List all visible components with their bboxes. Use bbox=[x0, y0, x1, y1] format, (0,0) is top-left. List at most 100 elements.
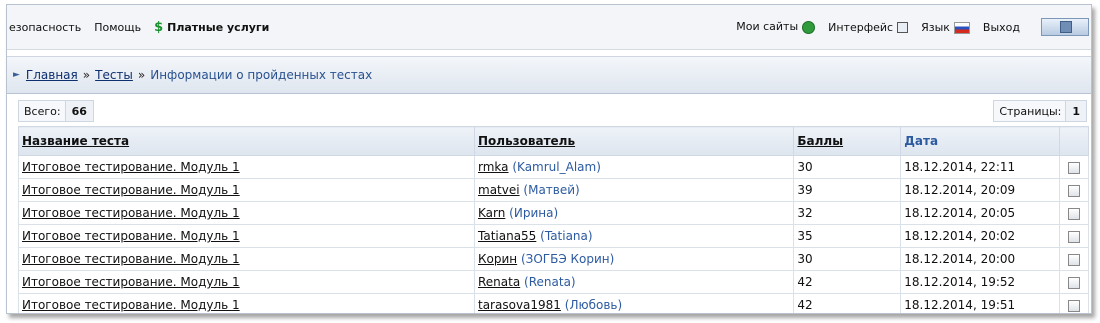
breadcrumb-home[interactable]: Главная bbox=[26, 68, 78, 82]
breadcrumb: ► Главная » Тесты » Информации о пройден… bbox=[7, 56, 1091, 94]
cell-date: 18.12.2014, 20:05 bbox=[900, 201, 1060, 225]
logout-link[interactable]: Выход bbox=[983, 21, 1020, 34]
cell-test: Итоговое тестирование. Модуль 1 bbox=[18, 247, 475, 271]
user-login-link[interactable]: Renata bbox=[478, 275, 520, 289]
column-user[interactable]: Пользователь bbox=[473, 126, 795, 156]
my-sites-label: Мои сайты bbox=[736, 20, 799, 34]
breadcrumb-tests[interactable]: Тесты bbox=[95, 68, 133, 82]
table-header-row: Название теста Пользователь Баллы Дата bbox=[18, 126, 1089, 156]
cell-select bbox=[1059, 155, 1089, 179]
test-link[interactable]: Итоговое тестирование. Модуль 1 bbox=[22, 275, 240, 289]
paid-services-link[interactable]: $ Платные услуги bbox=[154, 20, 269, 35]
row-checkbox[interactable] bbox=[1068, 253, 1080, 266]
cell-score: 42 bbox=[793, 293, 902, 313]
cell-select bbox=[1059, 178, 1089, 202]
language-label: Язык bbox=[921, 20, 950, 34]
breadcrumb-arrow-icon: ► bbox=[13, 70, 20, 80]
table-row: Итоговое тестирование. Модуль 1 Karn (Ири… bbox=[18, 201, 1089, 225]
user-name-text[interactable]: Матвей bbox=[528, 183, 575, 197]
cell-select bbox=[1059, 293, 1089, 313]
summary-bar: Всего: 66 Страницы: 1 bbox=[7, 94, 1091, 124]
results-table: Название теста Пользователь Баллы Дата И… bbox=[18, 126, 1089, 313]
user-login-link[interactable]: tarasova1981 bbox=[478, 298, 561, 312]
test-link[interactable]: Итоговое тестирование. Модуль 1 bbox=[22, 183, 240, 197]
globe-icon bbox=[802, 20, 816, 34]
checkbox-icon bbox=[897, 22, 909, 33]
row-checkbox[interactable] bbox=[1068, 299, 1080, 312]
breadcrumb-separator: » bbox=[82, 68, 91, 82]
user-name: (Ирина) bbox=[509, 206, 559, 220]
cell-score: 39 bbox=[793, 178, 902, 202]
cell-date: 18.12.2014, 20:00 bbox=[900, 247, 1060, 271]
language-link[interactable]: Язык bbox=[921, 21, 970, 34]
user-login-link[interactable]: rmka bbox=[478, 160, 509, 174]
row-checkbox[interactable] bbox=[1068, 276, 1080, 289]
column-test-name[interactable]: Название теста bbox=[18, 126, 475, 156]
user-name: (Матвей) bbox=[523, 183, 580, 197]
cell-user: Корин (ЗОГБЭ Корин) bbox=[473, 247, 795, 271]
row-checkbox[interactable] bbox=[1068, 207, 1080, 220]
cell-select bbox=[1059, 224, 1089, 248]
cell-date: 18.12.2014, 19:52 bbox=[900, 270, 1060, 294]
test-link[interactable]: Итоговое тестирование. Модуль 1 bbox=[22, 252, 240, 266]
user-login-link[interactable]: Корин bbox=[478, 252, 517, 266]
table-row: Итоговое тестирование. Модуль 1 rmka (Kam… bbox=[18, 155, 1089, 179]
user-name: (Kamrul_Alam) bbox=[512, 160, 601, 174]
column-score[interactable]: Баллы bbox=[793, 126, 902, 156]
dollar-icon: $ bbox=[154, 19, 164, 35]
test-link[interactable]: Итоговое тестирование. Модуль 1 bbox=[22, 160, 240, 174]
user-name-text[interactable]: Kamrul_Alam bbox=[517, 160, 596, 174]
user-login-link[interactable]: Tatiana55 bbox=[478, 229, 536, 243]
test-link[interactable]: Итоговое тестирование. Модуль 1 bbox=[22, 206, 240, 220]
cell-score: 30 bbox=[793, 155, 902, 179]
cell-user: Karn (Ирина) bbox=[473, 201, 795, 225]
test-link[interactable]: Итоговое тестирование. Модуль 1 bbox=[22, 298, 240, 312]
test-link[interactable]: Итоговое тестирование. Модуль 1 bbox=[22, 229, 240, 243]
user-login-link[interactable]: Karn bbox=[478, 206, 505, 220]
cell-score: 35 bbox=[793, 224, 902, 248]
total-label: Всего: bbox=[24, 104, 61, 118]
user-login-link[interactable]: matvei bbox=[478, 183, 520, 197]
row-checkbox[interactable] bbox=[1068, 184, 1080, 197]
cell-user: Renata (Renata) bbox=[473, 270, 795, 294]
row-checkbox[interactable] bbox=[1068, 230, 1080, 243]
cell-user: Tatiana55 (Tatiana) bbox=[473, 224, 795, 248]
column-date[interactable]: Дата bbox=[900, 126, 1060, 156]
pages-value[interactable]: 1 bbox=[1065, 101, 1086, 121]
cell-date: 18.12.2014, 20:02 bbox=[900, 224, 1060, 248]
my-sites-link[interactable]: Мои сайты bbox=[736, 20, 816, 34]
cell-select bbox=[1059, 270, 1089, 294]
breadcrumb-separator: » bbox=[137, 68, 146, 82]
app-frame: езопасность Помощь $ Платные услуги Мои … bbox=[6, 4, 1092, 314]
column-select bbox=[1059, 126, 1089, 156]
user-name: (ЗОГБЭ Корин) bbox=[520, 252, 615, 266]
cell-test: Итоговое тестирование. Модуль 1 bbox=[18, 178, 475, 202]
user-name-text[interactable]: Любовь bbox=[569, 298, 617, 312]
cell-test: Итоговое тестирование. Модуль 1 bbox=[18, 155, 475, 179]
top-bar-left: езопасность Помощь $ Платные услуги bbox=[7, 20, 282, 35]
pages-label: Страницы: bbox=[999, 104, 1062, 118]
cell-user: matvei (Матвей) bbox=[473, 178, 795, 202]
cell-user: rmka (Kamrul_Alam) bbox=[473, 155, 795, 179]
cell-test: Итоговое тестирование. Модуль 1 bbox=[18, 293, 475, 313]
user-name-text[interactable]: Ирина bbox=[514, 206, 554, 220]
user-name-text[interactable]: Tatiana bbox=[545, 229, 588, 243]
security-link[interactable]: езопасность bbox=[9, 21, 81, 34]
cell-score: 32 bbox=[793, 201, 902, 225]
table-row: Итоговое тестирование. Модуль 1 matvei (М… bbox=[18, 178, 1089, 202]
cell-date: 18.12.2014, 20:09 bbox=[900, 178, 1060, 202]
user-name: (Renata) bbox=[524, 275, 576, 289]
user-name-text[interactable]: Renata bbox=[529, 275, 571, 289]
row-checkbox[interactable] bbox=[1068, 161, 1080, 174]
cell-date: 18.12.2014, 19:51 bbox=[900, 293, 1060, 313]
cell-select bbox=[1059, 201, 1089, 225]
interface-link[interactable]: Интерфейс bbox=[828, 20, 909, 34]
user-name: (Tatiana) bbox=[540, 229, 593, 243]
scroll-handle[interactable] bbox=[1041, 18, 1089, 36]
interface-label: Интерфейс bbox=[828, 20, 894, 34]
table-row: Итоговое тестирование. Модуль 1 Tatiana55… bbox=[18, 224, 1089, 248]
user-name-text[interactable]: ЗОГБЭ Корин bbox=[526, 252, 610, 266]
help-link[interactable]: Помощь bbox=[94, 21, 141, 34]
cell-user: tarasova1981 (Любовь) bbox=[473, 293, 795, 313]
total-count: Всего: 66 bbox=[18, 100, 94, 122]
